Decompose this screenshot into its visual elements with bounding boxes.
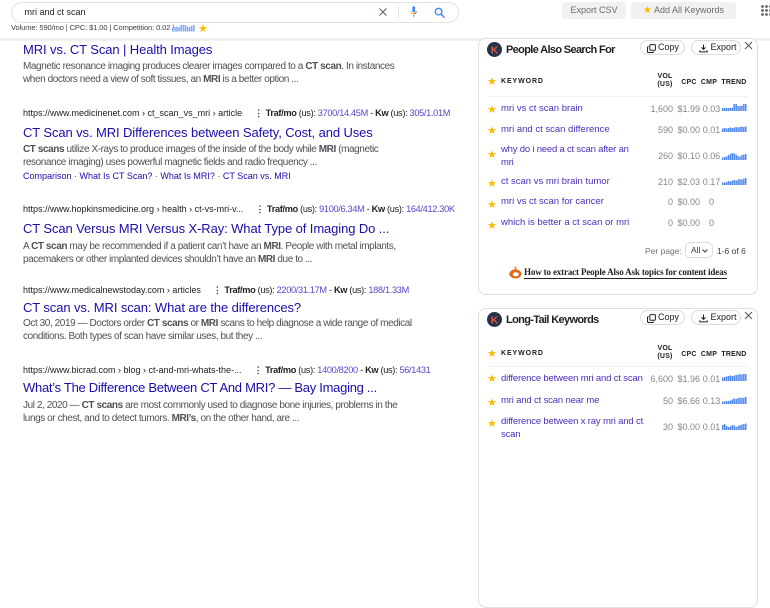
svg-text:K: K [491, 45, 499, 56]
svg-text:K: K [491, 315, 499, 326]
